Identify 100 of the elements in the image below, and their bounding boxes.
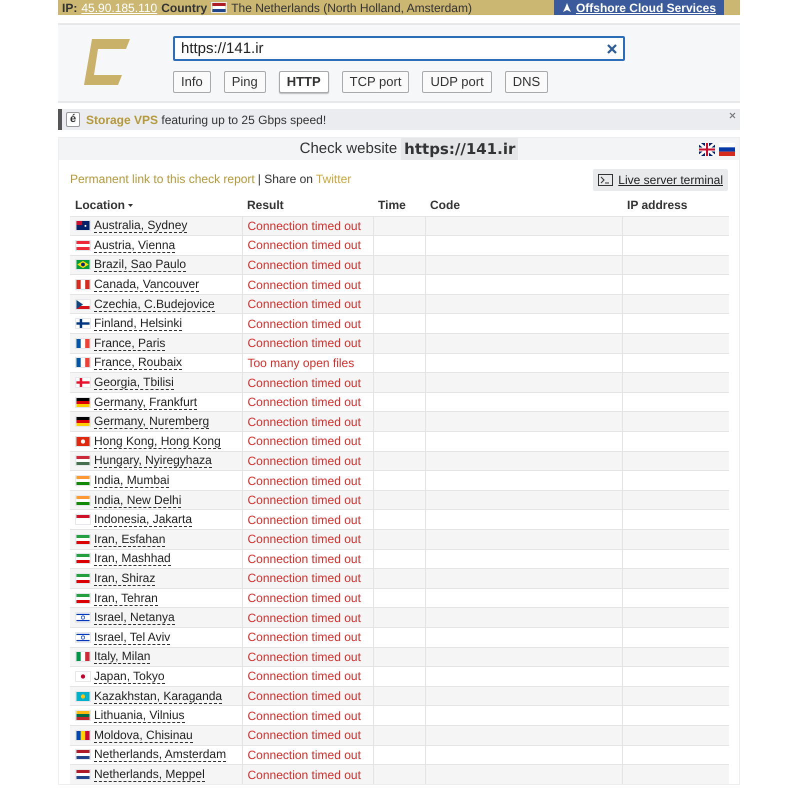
location-link[interactable]: India, New Delhi (94, 492, 182, 508)
result-text: Connection timed out (248, 297, 361, 312)
check-tab[interactable]: TCP port (342, 71, 410, 93)
check-tab[interactable]: Info (173, 71, 211, 93)
flag-icon (75, 377, 91, 388)
flag-icon (75, 690, 91, 702)
location-link[interactable]: Japan, Tokyo (94, 668, 164, 684)
location-link[interactable]: France, Roubaix (94, 355, 182, 370)
flag-icon (75, 769, 91, 780)
terminal-button[interactable]: Live server terminal (593, 169, 728, 191)
flag-icon (75, 357, 91, 368)
flag-icon (75, 338, 91, 349)
flag-icon (75, 553, 91, 564)
result-text: Connection timed out (248, 689, 361, 704)
check-tab[interactable]: Ping (224, 71, 266, 93)
result-text: Connection timed out (248, 493, 361, 508)
url-input[interactable]: https://141.ir (173, 36, 625, 61)
flag-icon (75, 534, 91, 545)
location-link[interactable]: Netherlands, Meppel (94, 767, 205, 782)
flag-icon (75, 396, 91, 408)
flag-icon (75, 455, 91, 466)
location-link[interactable]: Indonesia, Jakarta (94, 512, 192, 528)
result-text: Too many open files (248, 356, 354, 370)
result-text: Connection timed out (248, 591, 361, 606)
location-link[interactable]: Iran, Tehran (94, 590, 158, 606)
flag-icon (75, 436, 91, 447)
location-link[interactable]: Germany, Nuremberg (94, 414, 210, 430)
location-link[interactable]: Israel, Netanya (94, 610, 175, 626)
location-link[interactable]: Georgia, Tbilisi (94, 375, 174, 390)
result-text: Connection timed out (248, 414, 361, 429)
column-header: IP address (627, 198, 688, 212)
flag-icon (75, 298, 91, 310)
promo-link[interactable]: Offshore Cloud Services (554, 0, 724, 15)
result-text: Connection timed out (248, 474, 361, 488)
banner-logo: é (66, 112, 80, 127)
check-tab[interactable]: UDP port (422, 71, 492, 93)
flag-icon (75, 651, 91, 662)
country-label: Country (161, 0, 208, 14)
location-link[interactable]: Czechia, C.Budejovice (94, 296, 215, 312)
result-text: Connection timed out (248, 630, 361, 644)
flag-icon (75, 220, 91, 232)
location-link[interactable]: Finland, Helsinki (94, 316, 182, 332)
result-text: Connection timed out (248, 278, 361, 292)
flag-icon (75, 572, 91, 584)
location-link[interactable]: Brazil, Sao Paulo (94, 257, 186, 272)
location-link[interactable]: Israel, Tel Aviv (94, 630, 170, 645)
country-text: The Netherlands (North Holland, Amsterdam) (231, 0, 472, 14)
location-link[interactable]: Moldova, Chisinau (94, 728, 193, 743)
russia-flag-icon[interactable] (719, 143, 735, 156)
result-text: Connection timed out (248, 336, 361, 350)
close-icon[interactable] (607, 44, 617, 54)
uk-flag-icon[interactable] (699, 143, 715, 156)
banner-text: Storage VPS featuring up to 25 Gbps speed! (86, 112, 326, 128)
share-text: | Share on (258, 171, 313, 188)
terminal-icon (598, 174, 614, 186)
result-text: Connection timed out (248, 258, 361, 272)
result-text: Connection timed out (248, 238, 361, 252)
result-text: Connection timed out (248, 218, 361, 233)
result-text: Connection timed out (248, 512, 361, 527)
check-tab[interactable]: DNS (504, 71, 548, 93)
flag-icon (75, 494, 91, 506)
location-link[interactable]: Canada, Vancouver (94, 277, 200, 292)
location-link[interactable]: Austria, Vienna (94, 238, 176, 253)
flag-icon (75, 710, 91, 722)
result-text: Connection timed out (248, 748, 361, 762)
result-text: Connection timed out (248, 650, 361, 664)
result-text: Connection timed out (248, 669, 361, 684)
location-link[interactable]: Kazakhstan, Karaganda (94, 688, 222, 704)
flag-icon (75, 318, 91, 330)
location-link[interactable]: Italy, Milan (94, 649, 150, 664)
column-header[interactable]: Location (75, 196, 125, 214)
result-text: Connection timed out (248, 708, 361, 723)
result-text: Connection timed out (248, 610, 361, 625)
result-text: Connection timed out (248, 728, 361, 742)
location-link[interactable]: Iran, Mashhad (94, 551, 171, 566)
ip-label: IP: (62, 0, 78, 14)
sort-icon (128, 204, 133, 207)
location-link[interactable]: Iran, Esfahan (94, 532, 166, 547)
flag-icon (211, 2, 228, 13)
flag-icon (75, 416, 91, 428)
location-link[interactable]: Australia, Sydney (94, 218, 188, 234)
location-link[interactable]: Netherlands, Amsterdam (94, 747, 226, 762)
result-text: Connection timed out (248, 316, 361, 331)
result-text: Connection timed out (248, 768, 361, 782)
target-url: https://141.ir (401, 138, 518, 160)
column-header: Code (430, 198, 460, 212)
logo-icon (82, 39, 130, 85)
location-link[interactable]: Hong Kong, Hong Kong (94, 434, 221, 449)
result-text: Connection timed out (248, 552, 361, 566)
location-link[interactable]: Iran, Shiraz (94, 570, 156, 586)
close-icon[interactable] (729, 112, 736, 119)
result-text: Connection timed out (248, 454, 361, 468)
check-tab[interactable]: HTTP (278, 71, 329, 93)
flag-icon (75, 670, 91, 682)
location-link[interactable]: Lithuania, Vilnius (94, 708, 185, 724)
location-link[interactable]: Hungary, Nyiregyhaza (94, 453, 212, 468)
location-link[interactable]: Germany, Frankfurt (94, 394, 198, 410)
flag-icon (75, 612, 91, 624)
location-link[interactable]: India, Mumbai (94, 473, 170, 488)
location-link[interactable]: France, Paris (94, 336, 166, 351)
